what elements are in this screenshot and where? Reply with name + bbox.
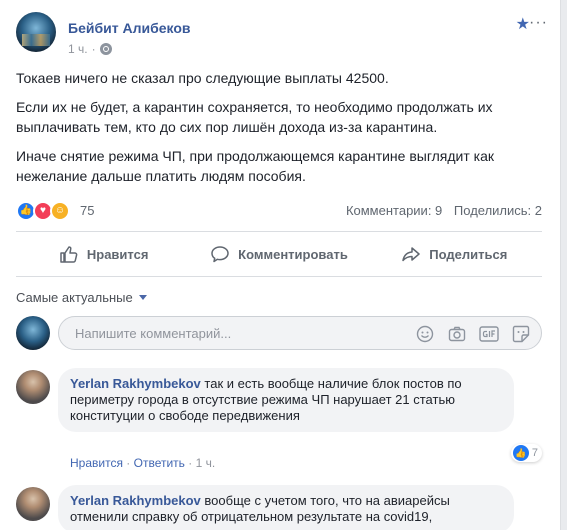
composer-tools (415, 324, 531, 344)
commenter-name[interactable]: Yerlan Rakhymbekov (70, 376, 201, 391)
comment-bubble: Yerlan Rakhymbekov так и есть вообще нал… (58, 368, 514, 432)
comment-sort-dropdown[interactable]: Самые актуальные (16, 290, 147, 305)
post-card: Бейбит Алибеков 1 ч. · ★ ··· Токаев ниче… (0, 0, 561, 530)
gif-icon[interactable] (479, 324, 499, 344)
post-meta: 1 ч. · (68, 42, 112, 56)
chevron-down-icon (138, 295, 147, 300)
comment-input-wrapper[interactable] (58, 316, 542, 350)
share-button[interactable]: Поделиться (367, 232, 542, 276)
commenter-avatar[interactable] (16, 370, 50, 404)
speech-bubble-icon (211, 246, 229, 263)
post-paragraph: Иначе снятие режима ЧП, при продолжающем… (16, 148, 495, 184)
comments-count[interactable]: Комментарии: 9 (346, 203, 442, 218)
emoji-icon[interactable] (415, 324, 435, 344)
comment-composer (16, 316, 542, 352)
author-name[interactable]: Бейбит Алибеков (68, 20, 190, 36)
comment-time[interactable]: 1 ч. (196, 456, 216, 470)
comment-like-badge[interactable]: 👍 7 (510, 444, 542, 462)
reaction-icons[interactable]: 👍 ♥ ☺ (16, 201, 78, 221)
post-time[interactable]: 1 ч. (68, 42, 88, 56)
globe-icon (99, 43, 112, 55)
post-header: Бейбит Алибеков 1 ч. · ★ ··· (16, 12, 548, 60)
comment-item: Yerlan Rakhymbekov так и есть вообще нал… (16, 368, 542, 476)
comment-item: Yerlan Rakhymbekov вообще с учетом того,… (16, 485, 542, 530)
camera-icon[interactable] (447, 324, 467, 344)
like-button-label: Нравится (86, 246, 149, 262)
post-body: Токаев ничего не сказал про следующие вы… (16, 68, 546, 195)
reactions-count[interactable]: 75 (80, 203, 94, 218)
current-user-avatar (16, 316, 50, 350)
comment-reply-link[interactable]: Ответить (134, 456, 185, 470)
post-paragraph: Токаев ничего не сказал про следующие вы… (16, 70, 389, 86)
like-button[interactable]: Нравится (16, 232, 191, 276)
thumbs-up-icon (60, 246, 78, 263)
reactions-summary: 👍 ♥ ☺ 75 Комментарии: 9 Поделились: 2 (16, 201, 542, 223)
comment-bubble: Yerlan Rakhymbekov вообще с учетом того,… (58, 485, 514, 530)
author-avatar[interactable] (16, 12, 56, 52)
sticker-icon[interactable] (511, 324, 531, 344)
comment-button[interactable]: Комментировать (191, 232, 366, 276)
like-reaction-icon: 👍 (512, 445, 529, 461)
star-icon[interactable]: ★ (516, 14, 530, 34)
comment-like-count: 7 (531, 447, 538, 459)
comment-input[interactable] (73, 325, 377, 342)
share-arrow-icon (402, 247, 421, 262)
commenter-avatar[interactable] (16, 487, 50, 521)
sort-label: Самые актуальные (16, 290, 133, 305)
shares-count[interactable]: Поделились: 2 (454, 203, 542, 218)
comment-actions: Нравится · Ответить · 1 ч. (70, 456, 216, 470)
post-paragraph: Если их не будет, а карантин сохраняется… (16, 99, 493, 135)
care-reaction-icon: ☺ (50, 201, 70, 221)
comment-like-link[interactable]: Нравится (70, 456, 123, 470)
post-stats: Комментарии: 9 Поделились: 2 (338, 203, 542, 218)
more-options-icon[interactable]: ··· (529, 14, 548, 32)
share-button-label: Поделиться (429, 246, 508, 262)
commenter-name[interactable]: Yerlan Rakhymbekov (70, 493, 201, 508)
post-action-bar: Нравится Комментировать Поделиться (16, 231, 542, 277)
comment-button-label: Комментировать (238, 246, 348, 262)
